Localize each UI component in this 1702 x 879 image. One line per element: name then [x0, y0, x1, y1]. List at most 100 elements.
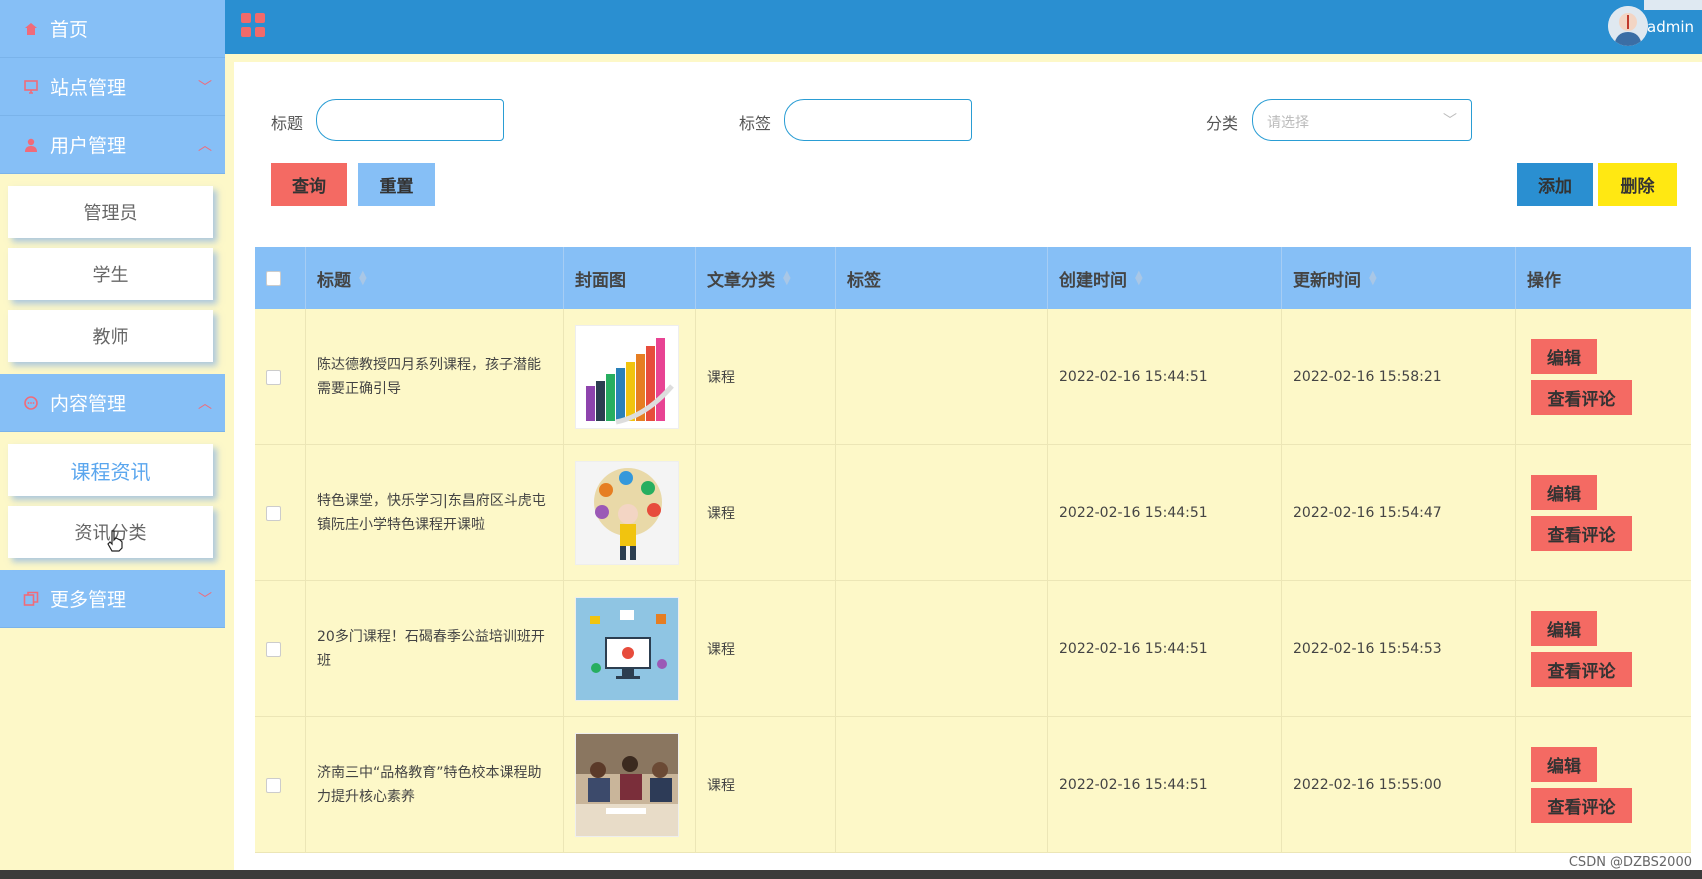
category-select[interactable]: 请选择 ﹀ [1252, 99, 1472, 141]
header-created-label: 创建时间 [1059, 270, 1127, 291]
bottom-strip [0, 870, 1702, 879]
select-all-checkbox[interactable] [266, 270, 281, 286]
cover-image[interactable] [575, 461, 679, 565]
sidebar: 首页 站点管理 ﹀ 用户管理 ︿ 管理员 学生 教师 内容管理 ︿ 课程资讯 资… [0, 0, 225, 879]
avatar[interactable] [1608, 6, 1648, 46]
menu-site-management-label: 站点管理 [50, 77, 127, 99]
monitor-icon [22, 78, 40, 96]
reset-button[interactable]: 重置 [358, 163, 435, 206]
row-checkbox[interactable] [266, 777, 281, 793]
header-updated[interactable]: 更新时间 ▲ ▼ [1282, 247, 1516, 309]
row-category: 课程 [696, 309, 836, 445]
view-comments-button[interactable]: 查看评论 [1531, 788, 1632, 823]
sort-icon[interactable]: ▲ ▼ [359, 270, 367, 287]
sort-icon[interactable]: ▲ ▼ [783, 270, 791, 287]
chat-icon [22, 394, 40, 412]
sidebar-item-admin[interactable]: 管理员 [8, 186, 213, 238]
row-cover-cell [564, 309, 696, 445]
row-category: 课程 [696, 581, 836, 717]
content-submenu: 课程资讯 资讯分类 [0, 432, 225, 570]
corner-badge [1644, 0, 1702, 10]
cover-image[interactable] [575, 733, 679, 837]
sidebar-item-news-category[interactable]: 资讯分类 [8, 506, 213, 558]
row-title: 陈达德教授四月系列课程，孩子潜能需要正确引导 [306, 309, 564, 445]
header-category-label: 文章分类 [707, 270, 775, 291]
sort-icon[interactable]: ▲ ▼ [1369, 270, 1377, 287]
header-tag-label: 标签 [847, 270, 881, 291]
row-category: 课程 [696, 445, 836, 581]
row-cover-cell [564, 717, 696, 853]
sidebar-item-course-news[interactable]: 课程资讯 [8, 444, 213, 496]
chevron-down-icon: ﹀ [198, 591, 212, 608]
row-select-cell [255, 581, 306, 717]
tag-filter-input[interactable] [784, 99, 972, 141]
row-created: 2022-02-16 15:44:51 [1048, 445, 1282, 581]
edit-button[interactable]: 编辑 [1531, 475, 1597, 510]
menu-content-management-label: 内容管理 [50, 393, 127, 415]
sidebar-item-student[interactable]: 学生 [8, 248, 213, 300]
row-updated: 2022-02-16 15:55:00 [1282, 717, 1516, 853]
watermark: CSDN @DZBS2000 [1568, 855, 1692, 870]
edit-button[interactable]: 编辑 [1531, 747, 1597, 782]
row-created: 2022-02-16 15:44:51 [1048, 309, 1282, 445]
header-select-all [255, 247, 306, 309]
delete-button[interactable]: 删除 [1598, 163, 1677, 206]
top-bar: admin [225, 0, 1702, 54]
chevron-up-icon: ︿ [198, 137, 212, 154]
view-comments-button[interactable]: 查看评论 [1531, 652, 1632, 687]
row-updated: 2022-02-16 15:54:53 [1282, 581, 1516, 717]
sidebar-item-teacher[interactable]: 教师 [8, 310, 213, 362]
row-select-cell [255, 717, 306, 853]
view-comments-button[interactable]: 查看评论 [1531, 380, 1632, 415]
row-checkbox[interactable] [266, 641, 281, 657]
header-title[interactable]: 标题 ▲ ▼ [306, 247, 564, 309]
home-icon [22, 20, 40, 38]
chevron-up-icon: ︿ [198, 395, 212, 412]
menu-content-management[interactable]: 内容管理 ︿ [0, 374, 225, 432]
menu-site-management[interactable]: 站点管理 ﹀ [0, 58, 225, 116]
cover-image[interactable] [575, 325, 679, 429]
category-filter-label: 分类 [1206, 114, 1239, 133]
header-category[interactable]: 文章分类 ▲ ▼ [696, 247, 836, 309]
row-checkbox[interactable] [266, 505, 281, 521]
query-button[interactable]: 查询 [271, 163, 347, 206]
menu-more-management-label: 更多管理 [50, 589, 127, 611]
user-submenu: 管理员 学生 教师 [0, 174, 225, 374]
edit-button[interactable]: 编辑 [1531, 339, 1597, 374]
view-comments-button[interactable]: 查看评论 [1531, 516, 1632, 551]
row-tag [836, 309, 1048, 445]
add-button[interactable]: 添加 [1517, 163, 1593, 206]
header-cover: 封面图 [564, 247, 696, 309]
menu-more-management[interactable]: 更多管理 ﹀ [0, 570, 225, 628]
header-tag: 标签 [836, 247, 1048, 309]
row-select-cell [255, 309, 306, 445]
row-category: 课程 [696, 717, 836, 853]
table-row: 20多门课程！石碣春季公益培训班开班 课程 2022-02-16 15:44:5… [255, 581, 1691, 717]
row-actions: 编辑 查看评论 [1516, 309, 1691, 445]
row-cover-cell [564, 581, 696, 717]
row-cover-cell [564, 445, 696, 581]
row-select-cell [255, 445, 306, 581]
row-checkbox[interactable] [266, 369, 281, 385]
sort-icon[interactable]: ▲ ▼ [1135, 270, 1143, 287]
admin-username[interactable]: admin [1647, 18, 1694, 36]
cover-image[interactable] [575, 597, 679, 701]
menu-user-management[interactable]: 用户管理 ︿ [0, 116, 225, 174]
user-icon [22, 136, 40, 154]
title-filter-input[interactable] [316, 99, 504, 141]
table-header: 标题 ▲▼ 封面图 文章分类 ▲▼ 标签 创建时间 ▲▼ 更新时间 ▲▼ [255, 247, 1691, 309]
menu-home-label: 首页 [50, 19, 89, 41]
menu-grid-icon[interactable] [241, 13, 265, 37]
row-title: 20多门课程！石碣春季公益培训班开班 [306, 581, 564, 717]
table-row: 济南三中“品格教育”特色校本课程助力提升核心素养 课程 2022-02-16 1… [255, 717, 1691, 853]
tag-filter-label: 标签 [739, 114, 772, 133]
row-created: 2022-02-16 15:44:51 [1048, 717, 1282, 853]
hand-cursor-icon [106, 530, 124, 557]
menu-user-management-label: 用户管理 [50, 135, 127, 157]
edit-button[interactable]: 编辑 [1531, 611, 1597, 646]
menu-home[interactable]: 首页 [0, 0, 225, 58]
table-row: 特色课堂，快乐学习|东昌府区斗虎屯镇阮庄小学特色课程开课啦 课程 2022-02… [255, 445, 1691, 581]
chevron-down-icon: ﹀ [1443, 113, 1457, 129]
header-created[interactable]: 创建时间 ▲ ▼ [1048, 247, 1282, 309]
row-title: 特色课堂，快乐学习|东昌府区斗虎屯镇阮庄小学特色课程开课啦 [306, 445, 564, 581]
